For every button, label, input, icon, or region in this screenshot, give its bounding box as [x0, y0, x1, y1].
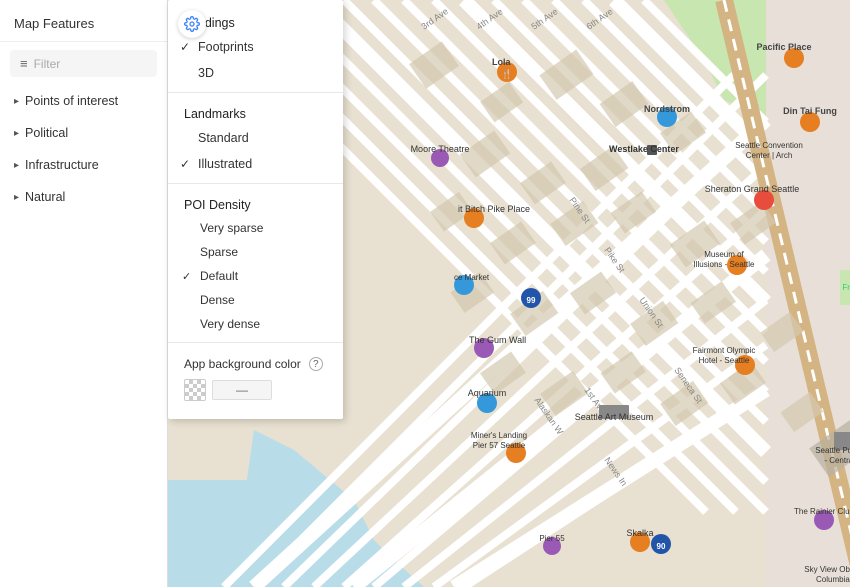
3d-label: 3D: [198, 66, 214, 80]
color-value[interactable]: —: [212, 380, 272, 400]
svg-text:Miner's Landing: Miner's Landing: [471, 431, 527, 440]
sidebar-item-poi[interactable]: ▸ Points of interest: [0, 85, 167, 117]
sidebar-header: Map Features: [0, 0, 167, 42]
color-checker[interactable]: [184, 379, 206, 401]
svg-text:Sky View Observatory -: Sky View Observatory -: [804, 565, 850, 574]
svg-text:90: 90: [657, 542, 666, 551]
svg-text:Din Tai Fung: Din Tai Fung: [783, 106, 837, 116]
sidebar-item-political[interactable]: ▸ Political: [0, 117, 167, 149]
dense-option[interactable]: Dense: [168, 288, 343, 312]
svg-text:Westlake Center: Westlake Center: [609, 144, 679, 154]
poi-density-section-label: POI Density: [168, 190, 343, 216]
svg-text:Seattle Public Library: Seattle Public Library: [815, 446, 850, 455]
svg-text:Skalka: Skalka: [626, 528, 653, 538]
arrow-icon: ▸: [14, 96, 19, 107]
default-label: Default: [200, 269, 238, 283]
sidebar-item-label: Natural: [25, 190, 65, 204]
svg-text:Aquarium: Aquarium: [468, 388, 507, 398]
svg-text:Lola: Lola: [492, 57, 511, 67]
svg-text:Center | Arch: Center | Arch: [746, 151, 793, 160]
filter-bar[interactable]: ≡ Filter: [10, 50, 157, 77]
app-bg-label: App background color: [184, 357, 301, 371]
filter-label: Filter: [34, 57, 61, 71]
svg-text:Seattle Convention: Seattle Convention: [735, 141, 803, 150]
sidebar-item-label: Infrastructure: [25, 158, 99, 172]
arrow-icon: ▸: [14, 192, 19, 203]
sidebar-item-label: Points of interest: [25, 94, 118, 108]
svg-text:Sheraton Grand Seattle: Sheraton Grand Seattle: [705, 184, 800, 194]
footprints-option[interactable]: Footprints: [168, 34, 343, 60]
svg-text:Pier 57 Seattle: Pier 57 Seattle: [473, 441, 526, 450]
svg-text:Columbia Center: Columbia Center: [816, 575, 850, 584]
svg-text:Pacific Place: Pacific Place: [756, 42, 811, 52]
very-dense-option[interactable]: Very dense: [168, 312, 343, 336]
svg-text:Moore Theatre: Moore Theatre: [411, 144, 470, 154]
sparse-label: Sparse: [200, 245, 238, 259]
gear-icon: [184, 16, 200, 32]
help-icon[interactable]: ?: [309, 357, 323, 371]
illustrated-label: Illustrated: [198, 157, 252, 171]
svg-text:Illusions - Seattle: Illusions - Seattle: [694, 260, 755, 269]
dropdown-panel: Buildings Footprints 3D Landmarks Standa…: [168, 0, 343, 419]
svg-text:Fairmont Olympic: Fairmont Olympic: [693, 346, 756, 355]
svg-text:The Gum Wall: The Gum Wall: [469, 335, 526, 345]
svg-text:- Central Library: - Central Library: [824, 456, 850, 465]
app-bg-color-row: App background color ?: [168, 349, 343, 379]
divider-2: [168, 183, 343, 184]
3d-option[interactable]: 3D: [168, 60, 343, 86]
svg-text:Freeway Park: Freeway Park: [842, 283, 850, 292]
gear-button[interactable]: [178, 10, 206, 38]
svg-text:Museum of: Museum of: [704, 250, 744, 259]
illustrated-option[interactable]: Illustrated: [168, 151, 343, 177]
arrow-icon: ▸: [14, 160, 19, 171]
sparse-option[interactable]: Sparse: [168, 240, 343, 264]
very-sparse-option[interactable]: Very sparse: [168, 216, 343, 240]
landmarks-section-label: Landmarks: [168, 99, 343, 125]
svg-text:Pier 55: Pier 55: [539, 534, 565, 543]
svg-text:The Rainier Club: The Rainier Club: [794, 507, 850, 516]
dense-label: Dense: [200, 293, 235, 307]
sidebar-item-infrastructure[interactable]: ▸ Infrastructure: [0, 149, 167, 181]
svg-text:it Bitch Pike Place: it Bitch Pike Place: [458, 204, 530, 214]
svg-text:🍴: 🍴: [501, 68, 512, 80]
standard-label: Standard: [198, 131, 249, 145]
svg-text:Hotel - Seattle: Hotel - Seattle: [699, 356, 750, 365]
svg-text:Seattle Art Museum: Seattle Art Museum: [575, 412, 654, 422]
svg-text:99: 99: [527, 296, 536, 305]
sidebar: Map Features ≡ Filter ▸ Points of intere…: [0, 0, 168, 587]
very-dense-label: Very dense: [200, 317, 260, 331]
standard-option[interactable]: Standard: [168, 125, 343, 151]
sidebar-item-label: Political: [25, 126, 68, 140]
sidebar-title: Map Features: [14, 16, 94, 31]
footprints-label: Footprints: [198, 40, 254, 54]
very-sparse-label: Very sparse: [200, 221, 263, 235]
sidebar-item-natural[interactable]: ▸ Natural: [0, 181, 167, 213]
default-option[interactable]: Default: [168, 264, 343, 288]
arrow-icon: ▸: [14, 128, 19, 139]
svg-text:ce Market: ce Market: [454, 273, 490, 282]
divider-3: [168, 342, 343, 343]
svg-text:Nordstrom: Nordstrom: [644, 104, 690, 114]
divider-1: [168, 92, 343, 93]
filter-icon: ≡: [20, 56, 28, 71]
